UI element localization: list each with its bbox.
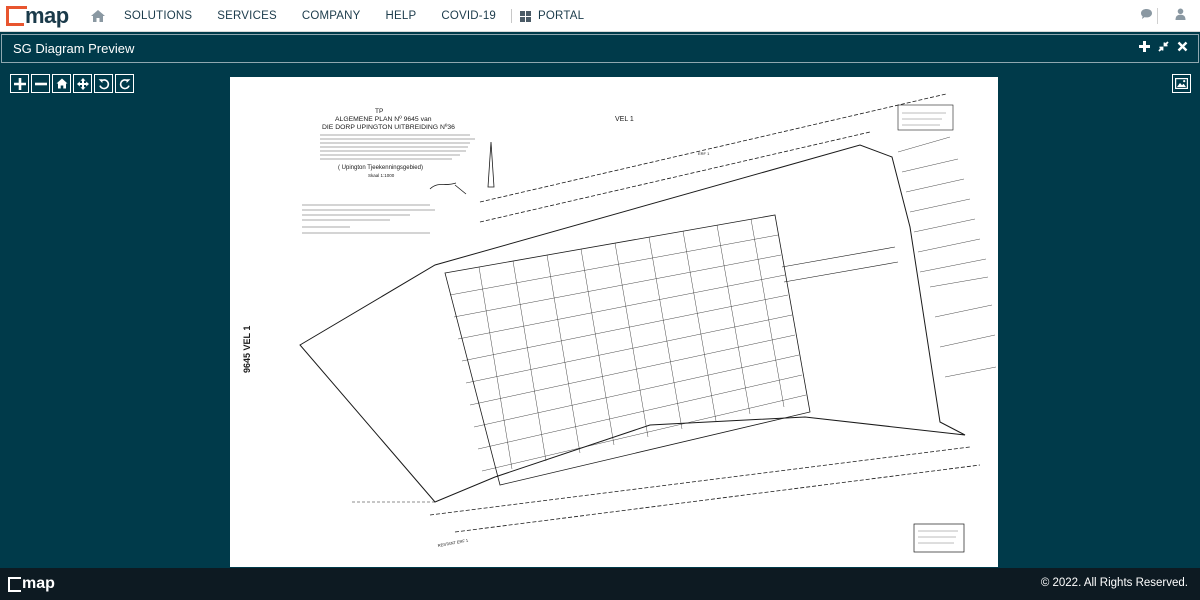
top-navbar: map SOLUTIONS SERVICES COMPANY HELP COVI… <box>0 0 1200 32</box>
brand-logo[interactable]: map <box>6 4 69 28</box>
rotate-left-button[interactable] <box>94 74 113 93</box>
footer-logo-text: map <box>22 575 55 592</box>
image-view-button[interactable] <box>1172 74 1191 93</box>
expand-plus-icon[interactable] <box>1139 41 1150 52</box>
move-arrows-icon <box>76 77 89 90</box>
collapse-arrows-icon[interactable] <box>1158 41 1169 52</box>
copyright-text: © 2022. All Rights Reserved. <box>1040 577 1188 589</box>
panel-title: SG Diagram Preview <box>13 41 135 56</box>
rotate-right-button[interactable] <box>115 74 134 93</box>
nav-item-company[interactable]: COMPANY <box>302 10 361 22</box>
nav-item-help[interactable]: HELP <box>386 10 417 22</box>
footer: map © 2022. All Rights Reserved. <box>0 568 1200 600</box>
plus-icon <box>13 77 26 90</box>
diagram-header-subtitle: DIE DORP UPINGTON UITBREIDING Nº36 <box>322 124 455 131</box>
close-icon[interactable] <box>1177 41 1188 52</box>
zoom-in-button[interactable] <box>10 74 29 93</box>
footer-logo-mark-icon <box>8 576 21 592</box>
reset-view-button[interactable] <box>52 74 71 93</box>
rotate-right-icon <box>119 78 130 89</box>
diagram-top-label: VEL 1 <box>615 116 634 123</box>
footer-logo[interactable]: map <box>8 575 55 593</box>
main-nav: SOLUTIONS SERVICES COMPANY HELP COVID-19… <box>90 0 609 32</box>
home-icon <box>56 78 67 89</box>
nav-item-services[interactable]: SERVICES <box>217 10 277 22</box>
logo-text: map <box>25 3 69 28</box>
diagram-road-label: RESTANT ERF 1 <box>437 538 469 548</box>
panel-header: SG Diagram Preview <box>1 34 1199 63</box>
topbar-actions <box>1140 8 1186 20</box>
nav-item-covid[interactable]: COVID-19 <box>441 10 496 22</box>
diagram-header-title: ALGEMENE PLAN Nº 9645 van <box>335 116 432 123</box>
home-icon[interactable] <box>90 9 106 23</box>
grid-icon <box>520 10 532 22</box>
viewer-toolbar <box>10 74 134 93</box>
diagram-header-code: TP <box>375 108 383 115</box>
diagram-scale: Skaal 1:1000 <box>368 173 395 178</box>
sg-diagram-image[interactable]: TP ALGEMENE PLAN Nº 9645 van DIE DORP UP… <box>230 77 998 567</box>
user-icon[interactable] <box>1175 8 1186 20</box>
nav-divider <box>511 9 513 23</box>
nav-item-portal[interactable]: PORTAL <box>520 10 584 22</box>
minus-icon <box>34 82 47 85</box>
diagram-drawing: TP ALGEMENE PLAN Nº 9645 van DIE DORP UP… <box>242 93 997 553</box>
panel-actions <box>1139 41 1188 52</box>
diagram-side-label: 9645 VEL 1 <box>242 326 252 373</box>
nav-item-solutions[interactable]: SOLUTIONS <box>124 10 192 22</box>
chat-icon[interactable] <box>1140 8 1153 20</box>
zoom-out-button[interactable] <box>31 74 50 93</box>
image-icon <box>1175 78 1188 89</box>
pan-button[interactable] <box>73 74 92 93</box>
diagram-area-name: ( Upington Tjeekenningsgebied) <box>338 165 423 171</box>
rotate-left-icon <box>98 78 109 89</box>
logo-mark-icon <box>6 6 27 26</box>
diagram-erf-label: ERF 1 <box>698 151 710 156</box>
portal-label: PORTAL <box>538 10 585 22</box>
